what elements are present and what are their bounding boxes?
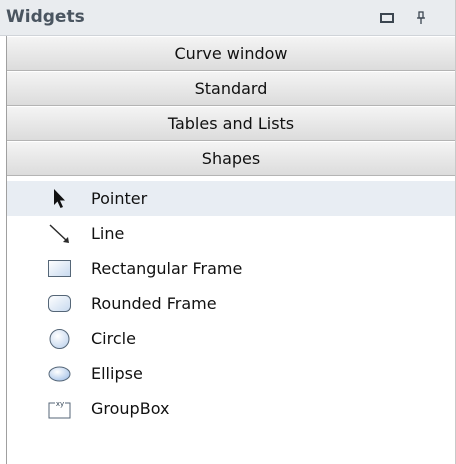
shape-item-label: GroupBox bbox=[91, 399, 170, 418]
restore-icon[interactable] bbox=[378, 9, 396, 27]
shape-item-label: Circle bbox=[91, 329, 136, 348]
shape-item-label: Ellipse bbox=[91, 364, 143, 383]
shape-item-line[interactable]: Line bbox=[7, 216, 455, 251]
category-label: Curve window bbox=[174, 44, 288, 63]
svg-text:xy: xy bbox=[56, 400, 64, 408]
shape-item-label: Rectangular Frame bbox=[91, 259, 243, 278]
widget-toolbox: Curve window Standard Tables and Lists S… bbox=[6, 36, 455, 464]
pin-icon[interactable] bbox=[412, 9, 430, 27]
shape-item-label: Line bbox=[91, 224, 125, 243]
category-curve-window[interactable]: Curve window bbox=[7, 36, 455, 71]
circle-icon bbox=[47, 328, 73, 350]
shape-item-label: Rounded Frame bbox=[91, 294, 217, 313]
shape-item-circle[interactable]: Circle bbox=[7, 321, 455, 356]
panel-title: Widgets bbox=[6, 7, 85, 27]
category-shapes[interactable]: Shapes bbox=[7, 141, 455, 176]
category-label: Shapes bbox=[201, 149, 261, 168]
category-tables-and-lists[interactable]: Tables and Lists bbox=[7, 106, 455, 141]
shapes-item-list: Pointer Line Rectangular Frame Rounded F… bbox=[7, 176, 455, 426]
shape-item-label: Pointer bbox=[91, 189, 148, 208]
widgets-panel: Widgets Curve window Standard Tables and… bbox=[0, 0, 456, 464]
rectangular-frame-icon bbox=[47, 258, 73, 280]
category-standard[interactable]: Standard bbox=[7, 71, 455, 106]
shape-item-rectangular-frame[interactable]: Rectangular Frame bbox=[7, 251, 455, 286]
shape-item-groupbox[interactable]: xy GroupBox bbox=[7, 391, 455, 426]
panel-titlebar: Widgets bbox=[0, 0, 455, 36]
shape-item-pointer[interactable]: Pointer bbox=[7, 181, 455, 216]
shape-item-rounded-frame[interactable]: Rounded Frame bbox=[7, 286, 455, 321]
ellipse-icon bbox=[47, 363, 73, 385]
shape-item-ellipse[interactable]: Ellipse bbox=[7, 356, 455, 391]
pointer-arrow-icon bbox=[47, 188, 73, 210]
category-label: Tables and Lists bbox=[167, 114, 295, 133]
groupbox-icon: xy bbox=[47, 398, 73, 420]
line-icon bbox=[47, 223, 73, 245]
category-label: Standard bbox=[194, 79, 268, 98]
rounded-frame-icon bbox=[47, 293, 73, 315]
